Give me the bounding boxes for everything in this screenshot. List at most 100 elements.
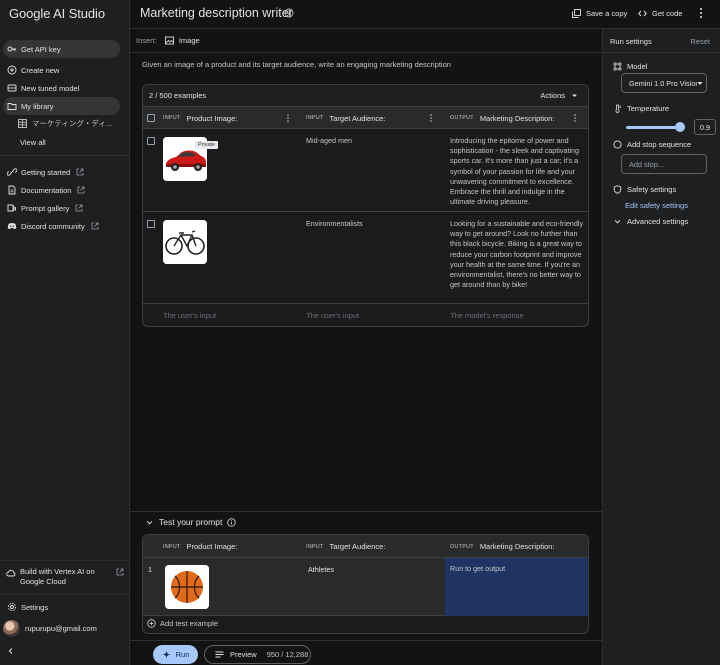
marketing-description-cell[interactable]: Looking for a sustainable and eco-friend… — [450, 219, 585, 290]
examples-count: 2 / 500 examples — [149, 91, 207, 100]
sidebar-item-new-tuned-model[interactable]: New tuned model — [3, 79, 120, 97]
column-marketing-description[interactable]: OUTPUT Marketing Description: — [450, 107, 554, 129]
sidebar-divider — [0, 594, 129, 595]
temperature-slider-thumb[interactable] — [675, 122, 685, 132]
column-target-audience[interactable]: INPUT Target Audience: — [306, 107, 385, 129]
stop-sequence-label-text: Add stop sequence — [627, 140, 692, 149]
private-badge: Private — [195, 141, 219, 149]
user-email: rupurupu@gmail.com — [25, 624, 97, 633]
shield-icon — [613, 185, 622, 194]
sidebar-item-marketing-prompt[interactable]: マーケティング・ディ... — [18, 115, 118, 131]
select-all-checkbox[interactable] — [147, 114, 155, 122]
advanced-settings-toggle[interactable]: Advanced settings — [613, 217, 688, 226]
temperature-input[interactable]: 0.9 — [694, 119, 716, 135]
edit-safety-settings-link[interactable]: Edit safety settings — [625, 201, 688, 210]
sidebar-item-my-library[interactable]: My library — [3, 97, 120, 115]
get-code-label: Get code — [652, 8, 683, 18]
sidebar-item-getting-started[interactable]: Getting started — [3, 163, 120, 181]
column-product-image[interactable]: INPUT Product Image: — [163, 107, 237, 129]
test-divider — [130, 511, 602, 512]
sidebar-item-prompt-gallery[interactable]: Prompt gallery — [3, 199, 120, 217]
table-row[interactable]: Environmentalists Looking for a sustaina… — [143, 212, 588, 304]
user-account[interactable]: rupurupu@gmail.com — [3, 620, 97, 637]
output-placeholder[interactable]: The model's response — [450, 311, 524, 320]
external-link-icon — [76, 168, 84, 176]
chevron-left-icon[interactable] — [7, 647, 15, 655]
model-select[interactable]: Gemini 1.0 Pro Vision — [621, 73, 707, 93]
run-button[interactable]: Run — [153, 645, 198, 664]
reset-button[interactable]: Reset — [690, 37, 710, 46]
column-menu-icon[interactable] — [428, 113, 434, 123]
sidebar-item-settings[interactable]: Settings — [3, 598, 120, 616]
column-tag: INPUT — [163, 115, 181, 121]
insert-bar: Insert: Image — [130, 29, 602, 53]
column-menu-icon[interactable] — [572, 113, 578, 123]
temperature-slider-track[interactable] — [626, 126, 680, 129]
product-image-bicycle[interactable] — [163, 220, 207, 264]
sidebar-item-label: My library — [21, 101, 54, 111]
marketing-description-cell[interactable]: Introducing the epitome of power and sop… — [450, 136, 585, 207]
column-label: Marketing Description: — [479, 113, 555, 123]
row-checkbox[interactable] — [147, 220, 155, 228]
target-audience-cell[interactable]: Mid-aged men — [306, 136, 352, 146]
sidebar-item-create-new[interactable]: Create new — [3, 61, 120, 79]
vertex-label: Build with Vertex AI on Google Cloud — [20, 567, 95, 586]
examples-column-header: INPUT Product Image: INPUT Target Audien… — [143, 107, 588, 129]
table-icon — [18, 118, 27, 128]
preview-label: Preview — [230, 650, 257, 659]
get-code-button[interactable]: Get code — [638, 7, 682, 19]
target-audience-cell[interactable]: Environmentalists — [306, 219, 363, 229]
gear-icon — [7, 602, 17, 612]
sparkle-icon — [162, 650, 171, 659]
test-audience-cell[interactable]: Athletes — [308, 565, 334, 575]
info-icon[interactable] — [227, 517, 237, 527]
safety-settings-label-text: Safety settings — [627, 185, 677, 194]
avatar — [3, 620, 20, 637]
column-menu-icon[interactable] — [285, 113, 291, 123]
bottom-divider — [130, 640, 602, 641]
sidebar-item-label: マーケティング・ディ... — [32, 118, 113, 128]
column-label: Product Image: — [186, 542, 238, 551]
add-test-example-button[interactable]: Add test example — [147, 619, 218, 628]
input-placeholder[interactable]: The user's input — [306, 311, 359, 320]
examples-table: 2 / 500 examples Actions INPUT Product I… — [142, 84, 589, 327]
row-checkbox[interactable] — [147, 137, 155, 145]
model-value: Gemini 1.0 Pro Vision — [629, 78, 700, 88]
run-settings-header: Run settings Reset — [602, 29, 720, 53]
sidebar-item-label: Create new — [21, 65, 60, 75]
column-label: Marketing Description: — [479, 542, 555, 551]
prompt-instruction[interactable]: Given an image of a product and its targ… — [142, 60, 451, 69]
insert-image-button[interactable]: Image — [164, 36, 200, 45]
test-row[interactable]: 1 Athletes Run to get output — [143, 558, 588, 616]
actions-menu-button[interactable]: Actions — [540, 91, 578, 100]
input-placeholder[interactable]: The user's input — [163, 311, 216, 320]
external-link-icon — [77, 186, 85, 194]
examples-header: 2 / 500 examples — [143, 85, 588, 107]
brand-logo[interactable]: Google AI Studio — [9, 6, 105, 21]
sidebar-item-get-api-key[interactable]: Get API key — [3, 40, 120, 58]
sidebar-item-label: Get API key — [21, 44, 61, 54]
link-icon — [7, 167, 17, 177]
test-image-basketball[interactable] — [165, 565, 209, 609]
column-target-audience: INPUT Target Audience: — [306, 535, 385, 558]
stop-sequence-input[interactable]: Add stop... — [621, 154, 707, 174]
column-tag: INPUT — [306, 115, 324, 121]
caret-down-icon — [571, 92, 578, 99]
safety-settings-label: Safety settings — [613, 185, 676, 194]
sidebar-item-view-all[interactable]: View all — [3, 133, 120, 151]
preview-button[interactable]: Preview 950 / 12,288 — [204, 645, 311, 664]
chevron-down-icon — [613, 217, 622, 226]
test-table: INPUT Product Image: INPUT Target Audien… — [142, 534, 589, 634]
sidebar-item-vertex-ai[interactable]: Build with Vertex AI on Google Cloud — [6, 567, 124, 587]
test-output-text: Run to get output — [450, 564, 506, 573]
sidebar-item-label: Documentation — [21, 185, 72, 195]
run-label: Run — [175, 650, 190, 659]
sidebar-item-discord-community[interactable]: Discord community — [3, 217, 120, 235]
table-row[interactable]: Private Mid-aged men Introducing the epi… — [143, 129, 588, 212]
temperature-label-text: Temperature — [627, 104, 670, 113]
external-link-icon — [75, 204, 83, 212]
sidebar-item-documentation[interactable]: Documentation — [3, 181, 120, 199]
test-prompt-toggle[interactable]: Test your prompt — [146, 517, 237, 527]
test-column-header: INPUT Product Image: INPUT Target Audien… — [143, 535, 588, 558]
more-options-icon[interactable] — [696, 7, 706, 19]
